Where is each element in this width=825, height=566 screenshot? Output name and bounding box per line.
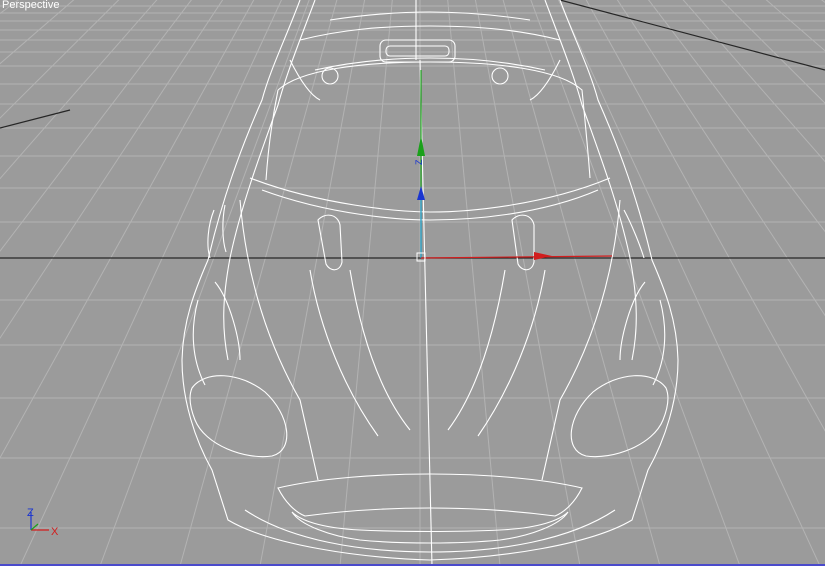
gizmo-x-arrow-icon[interactable] (534, 252, 552, 260)
transform-gizmo[interactable]: Z (414, 70, 613, 262)
gizmo-y-arrow-icon[interactable] (417, 136, 425, 156)
world-axis-tripod: Z X (27, 507, 59, 538)
perspective-viewport[interactable]: Z Z X Perspective (0, 0, 825, 566)
tripod-z-label: Z (27, 507, 34, 519)
viewport-label[interactable]: Perspective (2, 0, 59, 12)
viewport-scene[interactable]: Z Z X (0, 0, 825, 566)
tripod-x-label: X (51, 526, 59, 538)
perspective-grid (0, 0, 825, 566)
car-wireframe[interactable] (181, 0, 679, 566)
gizmo-z-label: Z (414, 159, 424, 165)
